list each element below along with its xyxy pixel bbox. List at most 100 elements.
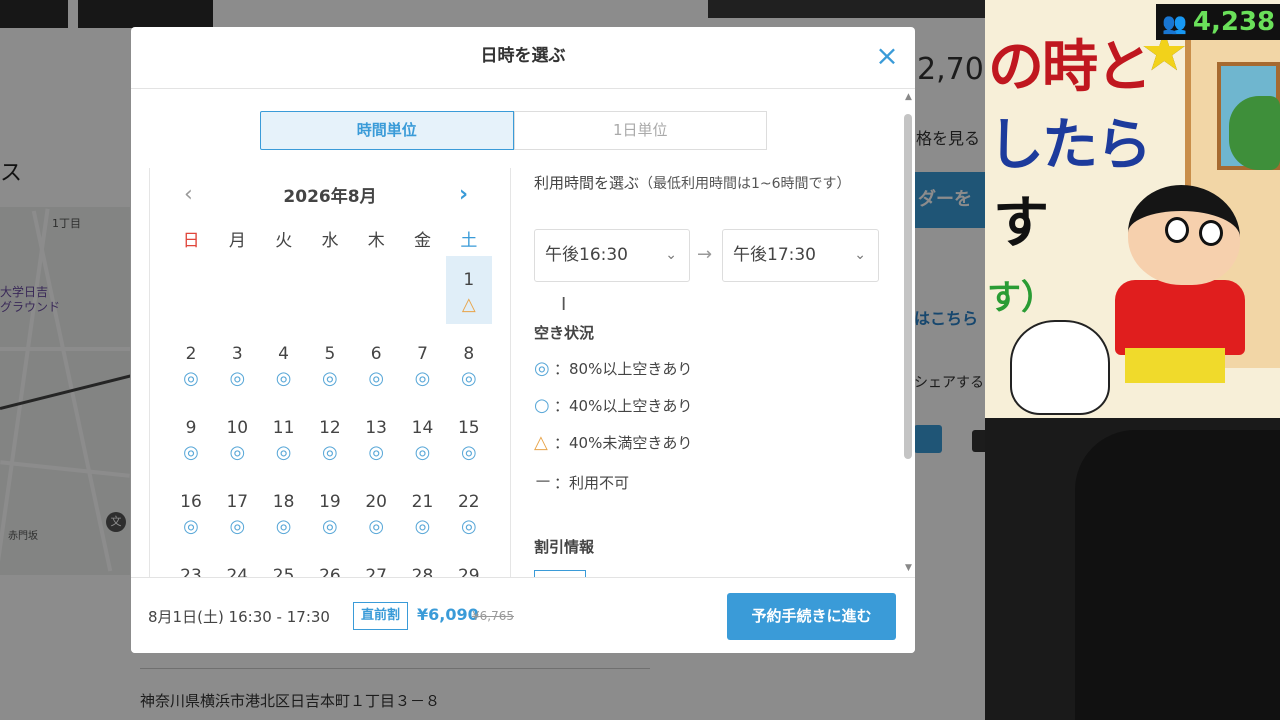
calendar-day[interactable]: 11 ◎ [261, 404, 307, 472]
calendar-day[interactable]: 29 [446, 552, 492, 577]
time-panel: 利用時間を選ぶ（最低利用時間は1~6時間です） 午後16:30 ⌄ → 午後17:… [534, 168, 894, 577]
double-circle-icon: ◎ [460, 442, 477, 463]
scroll-up-icon[interactable]: ▲ [902, 92, 915, 104]
double-circle-icon: ◎ [460, 516, 477, 537]
time-heading: 利用時間を選ぶ（最低利用時間は1~6時間です） [534, 174, 851, 192]
calendar-day-number: 10 [226, 418, 249, 438]
weekday-label: 土 [460, 231, 478, 251]
calendar-day-number: 15 [457, 418, 480, 438]
calendar-day-number: 21 [411, 492, 434, 512]
anime-caption: したら [988, 113, 1152, 178]
dog-character [1010, 320, 1110, 415]
calendar-day[interactable]: 28 [400, 552, 446, 577]
selected-datetime: 8月1日(土) 16:30 - 17:30 [148, 608, 330, 626]
chevron-right-icon[interactable]: › [459, 182, 468, 207]
viewer-count: 👥 4,238 [1156, 4, 1280, 40]
calendar-day-number: 14 [411, 418, 434, 438]
legend-item: △ ：40%未満空きあり [534, 432, 693, 453]
calendar-day-number: 22 [457, 492, 480, 512]
calendar-day[interactable]: 17 ◎ [214, 478, 260, 546]
triangle-icon: △ [534, 432, 548, 453]
double-circle-icon: ◎ [368, 442, 385, 463]
double-circle-icon: ◎ [368, 368, 385, 389]
calendar-day[interactable]: 16 ◎ [168, 478, 214, 546]
calendar-day[interactable]: 8 ◎ [446, 330, 492, 398]
calendar-day[interactable]: 6 ◎ [353, 330, 399, 398]
calendar-day[interactable]: 18 ◎ [261, 478, 307, 546]
double-circle-icon: ◎ [368, 516, 385, 537]
calendar-day[interactable]: 2 ◎ [168, 330, 214, 398]
datetime-modal: 日時を選ぶ × 時間単位 1日単位 ‹ 2026年8月 › 日 月 火 水 木 … [131, 27, 915, 653]
calendar-day-number: 4 [278, 344, 289, 364]
calendar-day-number: 26 [319, 566, 341, 577]
calendar-day[interactable]: 1 △ [445, 256, 492, 324]
calendar-day[interactable]: 5 ◎ [307, 330, 353, 398]
calendar-day[interactable]: 21 ◎ [400, 478, 446, 546]
availability-heading: 空き状況 [534, 324, 595, 342]
calendar-day-number: 1 [463, 270, 475, 290]
calendar-weekdays: 日 月 火 水 木 金 土 [168, 226, 492, 251]
calendar-day-number: 7 [417, 344, 428, 364]
chevron-down-icon: ⌄ [665, 247, 677, 263]
scrollbar-thumb[interactable] [904, 114, 912, 459]
start-time-select[interactable]: 午後16:30 ⌄ [534, 229, 690, 282]
calendar-day[interactable]: 15 ◎ [446, 404, 492, 472]
legend-item: ○ ：40%以上空きあり [534, 395, 693, 416]
anime-caption: す） [987, 278, 1055, 318]
calendar-day[interactable]: 26 [307, 552, 353, 577]
time-heading-note: （最低利用時間は1~6時間です） [639, 176, 851, 192]
double-circle-icon: ◎ [460, 368, 477, 389]
calendar-day[interactable]: 27 [353, 552, 399, 577]
modal-body[interactable]: 時間単位 1日単位 ‹ 2026年8月 › 日 月 火 水 木 金 土 1 △ 2 ◎… [131, 90, 915, 577]
weekday-label: 月 [228, 231, 246, 251]
text-cursor-icon: I [561, 294, 567, 315]
calendar-day[interactable]: 19 ◎ [307, 478, 353, 546]
calendar-day-number: 3 [231, 344, 243, 364]
circle-icon: ○ [534, 395, 550, 416]
chevron-left-icon[interactable]: ‹ [184, 182, 193, 207]
calendar-day-number: 24 [226, 566, 249, 577]
double-circle-icon: ◎ [534, 358, 550, 379]
dash-icon: － [534, 472, 552, 493]
weekday-label: 水 [321, 231, 339, 251]
scroll-down-icon[interactable]: ▼ [902, 563, 915, 575]
calendar-day[interactable]: 23 [168, 552, 214, 577]
calendar-day-number: 12 [319, 418, 341, 438]
double-circle-icon: ◎ [322, 516, 338, 537]
tab-daily[interactable]: 1日単位 [513, 111, 767, 150]
chevron-down-icon: ⌄ [854, 247, 866, 263]
calendar-day[interactable]: 12 ◎ [307, 404, 353, 472]
original-price: ¥6,765 [472, 609, 514, 623]
double-circle-icon: ◎ [414, 516, 431, 537]
calendar-day[interactable]: 13 ◎ [353, 404, 399, 472]
calendar-day[interactable]: 7 ◎ [400, 330, 446, 398]
modal-header: 日時を選ぶ × [131, 27, 915, 89]
calendar-day[interactable]: 24 [214, 552, 260, 577]
proceed-booking-button[interactable]: 予約手続きに進む [727, 593, 896, 640]
calendar-day-number: 16 [180, 492, 202, 512]
calendar-day[interactable]: 4 ◎ [261, 330, 307, 398]
legend-item: －：利用不可 [534, 468, 629, 494]
unit-tabs: 時間単位 1日単位 [260, 111, 767, 150]
calendar-day-number: 9 [185, 418, 197, 438]
double-circle-icon: ◎ [275, 516, 292, 537]
end-time-select[interactable]: 午後17:30 ⌄ [722, 229, 879, 282]
close-icon[interactable]: × [873, 42, 901, 71]
calendar-day[interactable]: 14 ◎ [400, 404, 446, 472]
double-circle-icon: ◎ [322, 368, 338, 389]
calendar-day-number: 28 [411, 566, 434, 577]
calendar-day[interactable]: 25 [261, 552, 307, 577]
viewers-icon: 👥 [1162, 11, 1187, 35]
calendar-day[interactable]: 3 ◎ [214, 330, 260, 398]
calendar-day-number: 5 [324, 344, 336, 364]
legend-item: ◎ ：80%以上空きあり [534, 358, 693, 379]
anime-caption: す [993, 191, 1049, 256]
calendar-day[interactable]: 9 ◎ [168, 404, 214, 472]
double-circle-icon: ◎ [229, 442, 246, 463]
calendar-day-number: 20 [365, 492, 387, 512]
calendar-day[interactable]: 10 ◎ [214, 404, 260, 472]
calendar-day[interactable]: 20 ◎ [353, 478, 399, 546]
calendar-day[interactable]: 22 ◎ [446, 478, 492, 546]
tab-hourly[interactable]: 時間単位 [260, 111, 514, 150]
calendar-day-number: 13 [365, 418, 387, 438]
